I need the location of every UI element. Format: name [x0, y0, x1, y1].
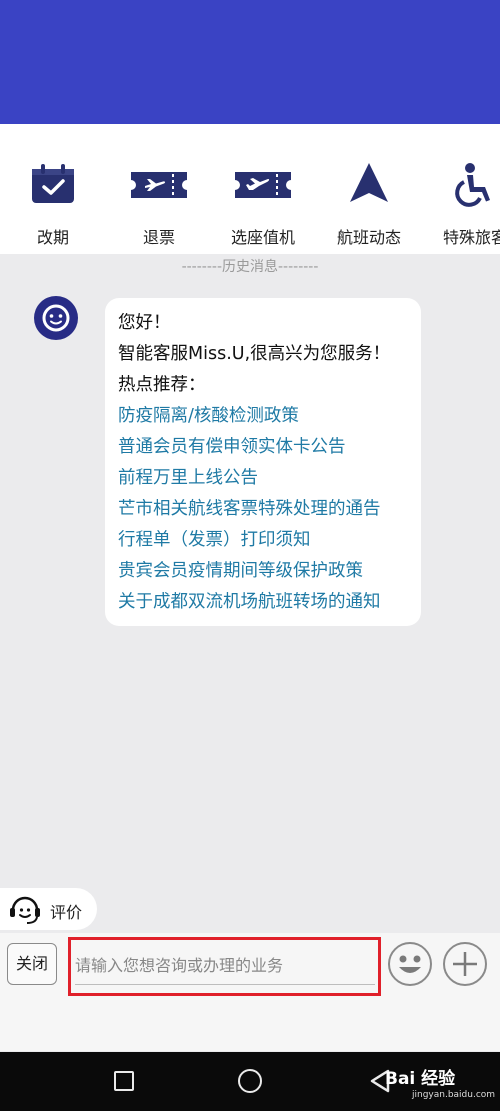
ticket-plane-icon [131, 172, 187, 198]
bot-avatar [34, 296, 78, 340]
home-icon[interactable] [238, 1069, 262, 1093]
rate-button[interactable]: 评价 [0, 888, 97, 930]
quick-action-label: 特殊旅客 [442, 228, 500, 247]
quick-action-reschedule[interactable]: 改期 [0, 160, 108, 248]
rate-label: 评价 [50, 903, 83, 922]
hot-link-member-card[interactable]: 普通会员有偿申领实体卡公告 [118, 432, 411, 463]
headset-smile-icon [10, 896, 40, 924]
plus-icon[interactable] [442, 941, 488, 987]
hot-link-epidemic-policy[interactable]: 防疫隔离/核酸检测政策 [118, 401, 411, 432]
hot-link-chengdu-transfer[interactable]: 关于成都双流机场航班转场的通知 [118, 587, 411, 618]
message-input-bar: 关闭 [0, 933, 500, 1051]
watermark-url: jingyan.baidu.com [412, 1090, 496, 1100]
hot-topics-title: 热点推荐： [118, 375, 206, 395]
system-nav-bar: Bai 经验 jingyan.baidu.com [0, 1052, 500, 1111]
input-highlight-box [68, 937, 381, 996]
wheelchair-icon [455, 163, 490, 207]
quick-action-flight-status[interactable]: 航班动态 [314, 160, 424, 248]
plane-up-icon [350, 163, 388, 202]
agent-avatar-icon [42, 304, 70, 332]
watermark-brand: Bai 经验 [385, 1069, 456, 1089]
quick-action-label: 选座值机 [230, 228, 295, 247]
close-button[interactable]: 关闭 [7, 943, 57, 985]
quick-action-special-passenger[interactable]: 特殊旅客 [420, 160, 500, 248]
bot-message-bubble: 您好！ 智能客服Miss.U,很高兴为您服务！ 热点推荐： 防疫隔离/核酸检测政… [105, 298, 421, 626]
hot-link-itinerary-print[interactable]: 行程单（发票）打印须知 [118, 525, 411, 556]
quick-action-seat-checkin[interactable]: 选座值机 [208, 160, 318, 248]
history-divider: --------历史消息-------- [181, 259, 319, 275]
recent-apps-icon[interactable] [114, 1071, 134, 1091]
greeting-text: 您好！ [118, 313, 171, 333]
intro-text: 智能客服Miss.U,很高兴为您服务！ [118, 344, 391, 364]
hot-link-mangshi-routes[interactable]: 芒市相关航线客票特殊处理的通告 [118, 494, 411, 525]
emoji-icon[interactable] [387, 941, 433, 987]
message-input[interactable] [75, 947, 375, 985]
quick-action-label: 退票 [142, 228, 175, 247]
quick-action-label: 航班动态 [336, 228, 401, 247]
quick-action-bar: 改期 退票 选座值机 航班动态 特殊旅客 [0, 124, 500, 254]
quick-action-label: 改期 [36, 228, 69, 247]
hot-link-vip-protection[interactable]: 贵宾会员疫情期间等级保护政策 [118, 556, 411, 587]
hot-link-launch-notice[interactable]: 前程万里上线公告 [118, 463, 411, 494]
app-header [0, 0, 500, 124]
calendar-check-icon [32, 164, 74, 203]
ticket-plane-icon [235, 172, 291, 198]
quick-action-refund[interactable]: 退票 [104, 160, 214, 248]
